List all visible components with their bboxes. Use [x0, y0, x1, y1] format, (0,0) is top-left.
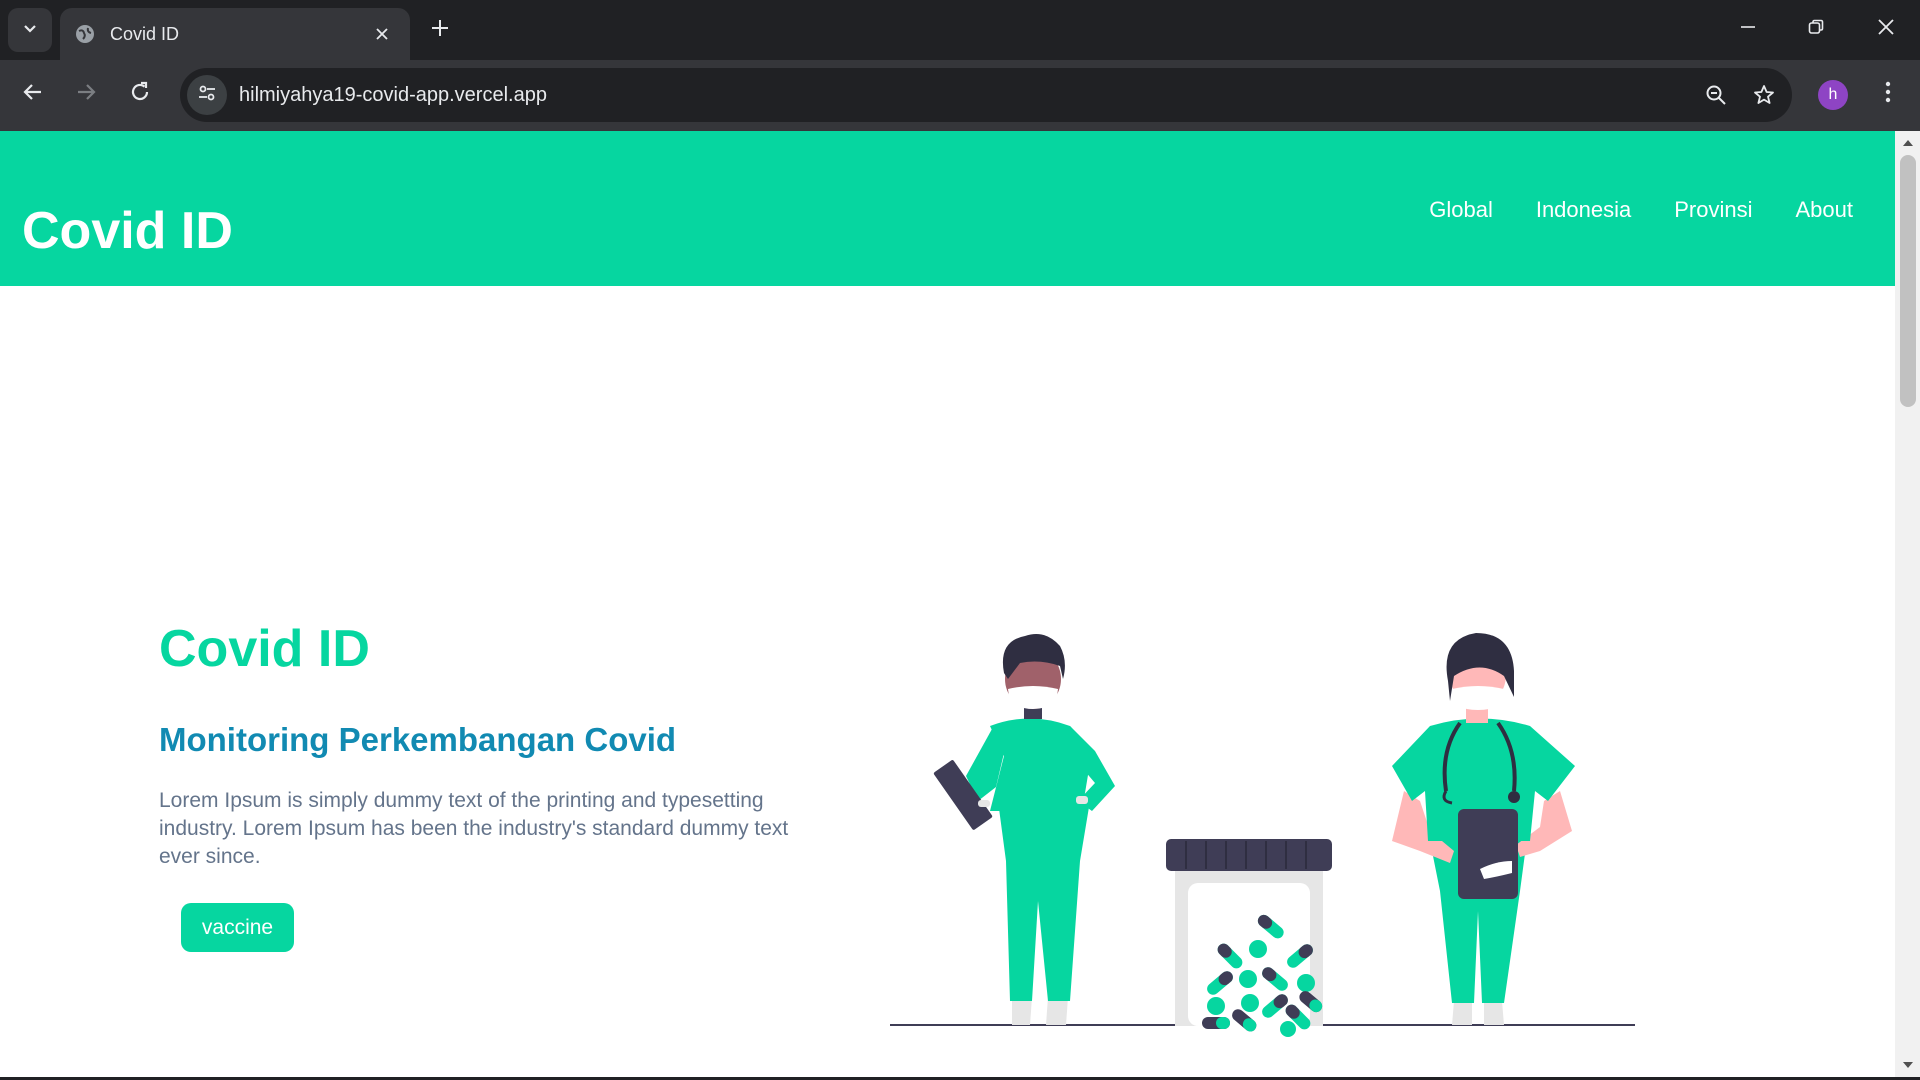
- profile-avatar[interactable]: h: [1818, 80, 1848, 110]
- site-settings-icon: [197, 83, 217, 108]
- close-window-button[interactable]: [1852, 0, 1920, 58]
- scroll-up-arrow[interactable]: [1895, 133, 1920, 153]
- chevron-down-icon: [21, 19, 39, 42]
- browser-menu-button[interactable]: [1870, 74, 1906, 114]
- tab-title: Covid ID: [110, 23, 180, 44]
- site-nav: Global Indonesia Provinsi About: [1429, 197, 1853, 223]
- back-button[interactable]: [13, 74, 53, 114]
- hero-description: Lorem Ipsum is simply dummy text of the …: [159, 789, 789, 868]
- site-brand[interactable]: Covid ID: [22, 201, 233, 261]
- minimize-icon: [1740, 19, 1756, 40]
- zoom-icon[interactable]: [1696, 75, 1736, 115]
- star-icon[interactable]: [1744, 75, 1784, 115]
- close-icon[interactable]: [368, 20, 396, 48]
- hero-subtitle: Monitoring Perkembangan Covid: [159, 721, 677, 758]
- scroll-thumb[interactable]: [1900, 155, 1916, 407]
- minimize-button[interactable]: [1714, 0, 1782, 58]
- plus-icon: [430, 18, 450, 43]
- nurse-right-figure: [1392, 633, 1575, 1025]
- restore-icon: [1808, 19, 1824, 40]
- browser-toolbar: hilmiyahya19-covid-app.vercel.app h: [0, 60, 1920, 131]
- browser-tab[interactable]: Covid ID: [60, 8, 410, 60]
- reload-icon: [129, 81, 151, 108]
- reload-button[interactable]: [120, 74, 160, 114]
- pill-jar-figure: [1166, 839, 1332, 1037]
- forward-button[interactable]: [66, 74, 106, 114]
- globe-icon: [74, 23, 96, 45]
- tab-search-button[interactable]: [8, 8, 52, 52]
- nav-link-about[interactable]: About: [1796, 197, 1854, 223]
- tab-strip: Covid ID: [0, 0, 1920, 60]
- nav-link-provinsi[interactable]: Provinsi: [1674, 197, 1752, 223]
- vaccine-button[interactable]: vaccine: [181, 903, 294, 952]
- close-icon: [1877, 18, 1895, 41]
- forward-icon: [75, 81, 97, 108]
- page-scrollbar[interactable]: [1895, 131, 1920, 1077]
- new-tab-button[interactable]: [422, 12, 458, 48]
- url-text[interactable]: hilmiyahya19-covid-app.vercel.app: [239, 84, 1696, 107]
- restore-button[interactable]: [1782, 0, 1850, 58]
- site-settings-button[interactable]: [187, 75, 227, 115]
- medical-staff-illustration: [890, 633, 1635, 1037]
- hero-title: Covid ID: [159, 620, 370, 678]
- nav-link-indonesia[interactable]: Indonesia: [1536, 197, 1631, 223]
- page-viewport: Covid ID Global Indonesia Provinsi About…: [0, 131, 1895, 1077]
- back-icon: [22, 81, 44, 108]
- site-header: Covid ID Global Indonesia Provinsi About: [0, 131, 1895, 286]
- kebab-menu-icon: [1885, 81, 1891, 108]
- doctor-left-figure: [933, 633, 1115, 1025]
- address-bar[interactable]: hilmiyahya19-covid-app.vercel.app: [180, 68, 1792, 122]
- scroll-down-arrow[interactable]: [1895, 1055, 1920, 1075]
- nav-link-global[interactable]: Global: [1429, 197, 1493, 223]
